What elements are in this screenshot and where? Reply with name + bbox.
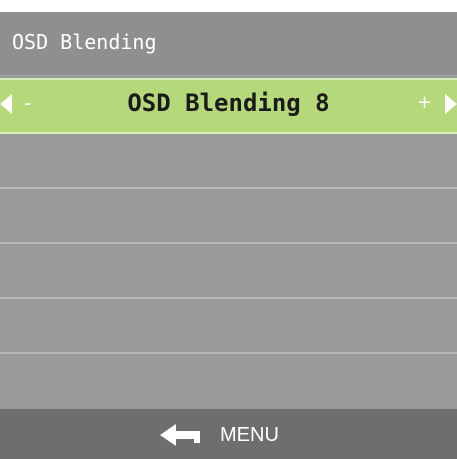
menu-row-empty [0, 189, 457, 244]
option-value: OSD Blending 8 [127, 89, 330, 117]
menu-title: OSD Blending [12, 30, 157, 54]
menu-row-empty [0, 134, 457, 189]
menu-row-empty [0, 354, 457, 409]
cropped-header-strip [0, 0, 457, 12]
menu-row-empty [0, 299, 457, 354]
menu-title-bar: OSD Blending [0, 12, 457, 76]
osd-menu-panel: OSD Blending - OSD Blending 8 + MENU [0, 12, 457, 459]
selected-option-row[interactable]: - OSD Blending 8 + [0, 78, 457, 134]
menu-row-empty [0, 244, 457, 299]
menu-footer[interactable]: MENU [0, 409, 457, 459]
increment-symbol[interactable]: + [417, 92, 432, 113]
back-to-menu-button[interactable]: MENU [160, 423, 279, 447]
return-arrow-icon [160, 424, 200, 446]
right-arrow-icon[interactable] [445, 94, 457, 114]
footer-menu-label: MENU [220, 423, 279, 446]
